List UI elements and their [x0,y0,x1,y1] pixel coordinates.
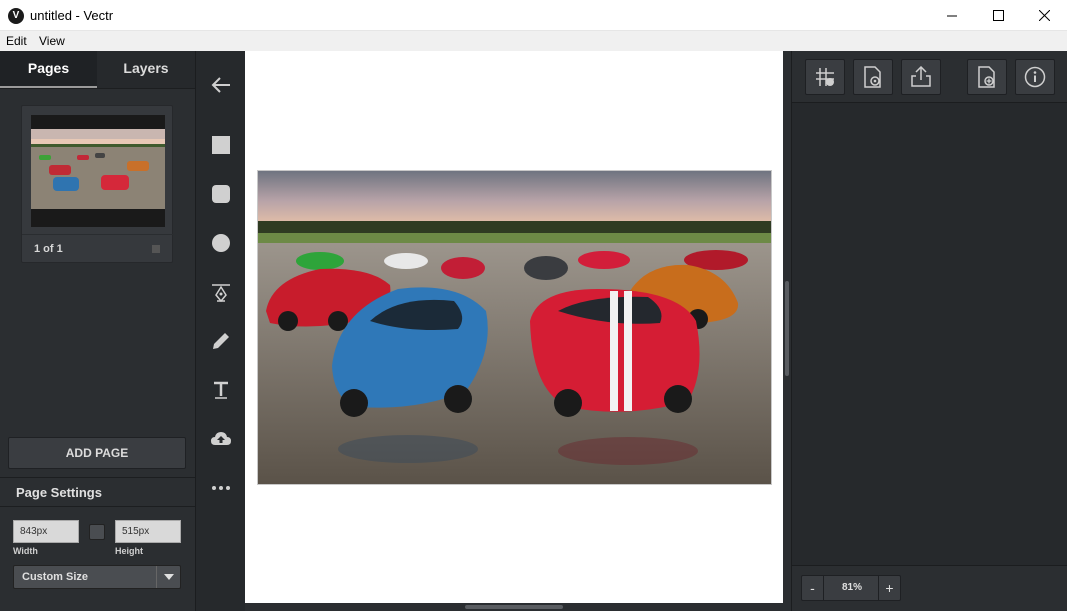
left-panel: Pages Layers 1 of 1 ADD PAGE Page Settin… [0,51,195,611]
zoom-bar: - 81% + [792,565,1067,611]
size-preset-select[interactable]: Custom Size [13,565,181,589]
zoom-control: - 81% + [801,575,901,601]
horizontal-scrollbar[interactable] [245,603,783,611]
zoom-in-button[interactable]: + [878,576,900,600]
export-button[interactable] [901,59,941,95]
rectangle-icon[interactable] [209,133,233,157]
menu-bar: Edit View [0,31,1067,51]
vertical-scroll-thumb[interactable] [785,281,789,376]
minimize-button[interactable] [929,0,975,31]
info-button[interactable] [1015,59,1055,95]
ellipse-icon[interactable] [209,231,233,255]
pen-tool-icon[interactable] [209,280,233,304]
panel-tabs: Pages Layers [0,51,195,88]
aspect-lock-toggle[interactable] [89,524,105,540]
page-thumbnail-image [31,115,165,227]
close-button[interactable] [1021,0,1067,31]
export-icon [911,66,931,87]
add-page-icon [978,66,995,88]
add-page-right-button[interactable] [967,59,1007,95]
zoom-out-button[interactable]: - [802,576,824,600]
canvas-area[interactable] [245,51,783,603]
chevron-down-icon [156,566,180,588]
back-arrow-icon[interactable] [209,73,233,97]
add-page-button[interactable]: ADD PAGE [8,437,186,469]
text-icon[interactable] [209,378,233,402]
maximize-icon [992,10,1004,21]
menu-edit[interactable]: Edit [6,34,27,48]
minimize-icon [947,15,957,16]
tab-pages[interactable]: Pages [0,51,97,88]
more-icon[interactable] [209,476,233,500]
canvas-image[interactable] [257,170,772,485]
page-settings-header: Page Settings [0,477,195,507]
page-thumbnail[interactable]: 1 of 1 [21,105,174,263]
info-icon [1024,66,1046,88]
width-caption: Width [13,546,38,556]
height-input[interactable]: 515px [115,520,181,543]
grid-icon [816,68,834,86]
zoom-level[interactable]: 81% [824,576,880,600]
title-bar: V untitled - Vectr [0,0,1067,31]
rounded-rectangle-icon[interactable] [209,182,233,206]
tool-column [195,51,245,611]
upload-icon[interactable] [209,427,233,451]
horizontal-scroll-thumb[interactable] [465,605,563,609]
window-title: untitled - Vectr [30,8,114,23]
height-caption: Height [115,546,143,556]
right-toolbar [792,51,1067,103]
page-settings-icon [864,66,881,88]
tab-layers[interactable]: Layers [97,51,195,88]
page-count-label: 1 of 1 [34,243,63,255]
menu-view[interactable]: View [39,34,65,48]
pencil-icon[interactable] [209,329,233,353]
page-settings-title: Page Settings [16,485,102,500]
page-delete-icon[interactable] [152,245,160,253]
vectr-logo-icon: V [8,8,24,24]
grid-button[interactable] [805,59,845,95]
page-settings-button[interactable] [853,59,893,95]
maximize-button[interactable] [975,0,1021,31]
vertical-scrollbar[interactable] [783,51,791,611]
size-preset-value: Custom Size [22,571,89,583]
close-icon [1038,10,1050,21]
right-panel: - 81% + [791,51,1067,611]
width-input[interactable]: 843px [13,520,79,543]
pages-list: 1 of 1 [0,88,195,428]
